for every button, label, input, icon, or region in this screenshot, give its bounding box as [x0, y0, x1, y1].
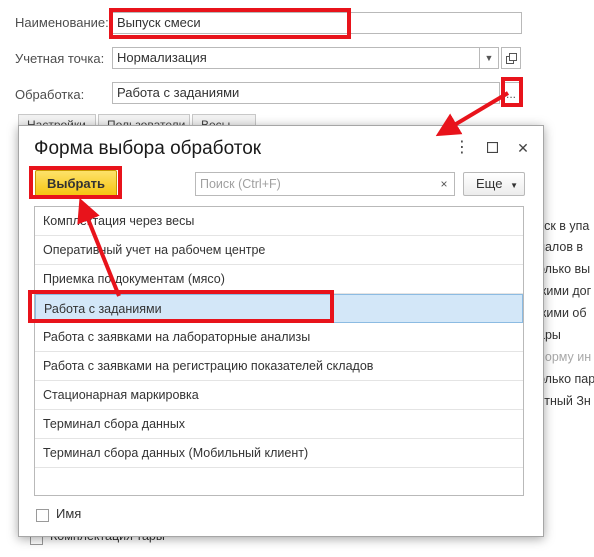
list-item[interactable]: Оперативный учет на рабочем центре: [35, 236, 523, 265]
dialog-title: Форма выбора обработок: [34, 138, 262, 159]
bg-text: стный Зн: [538, 394, 591, 408]
more-button[interactable]: Еще ▼: [463, 172, 525, 196]
search-input[interactable]: Поиск (Ctrl+F) ×: [195, 172, 455, 196]
account-point-open-button[interactable]: [501, 47, 521, 69]
maximize-icon[interactable]: [482, 138, 502, 158]
close-icon[interactable]: ✕: [513, 138, 533, 158]
highlight-box: [29, 166, 122, 199]
list-item[interactable]: Терминал сбора данных: [35, 410, 523, 439]
open-icon: [505, 53, 517, 64]
search-placeholder: Поиск (Ctrl+F): [200, 177, 281, 191]
account-point-dropdown-button[interactable]: ▼: [479, 47, 499, 69]
list-item[interactable]: Работа с заявками на лабораторные анализ…: [35, 323, 523, 352]
list-item[interactable]: Стационарная маркировка: [35, 381, 523, 410]
bg-text: жими об: [538, 306, 587, 320]
highlight-box: [501, 77, 523, 107]
bg-text: олько пар: [538, 372, 594, 386]
processing-field[interactable]: Работа с заданиями: [112, 82, 500, 104]
more-actions-icon[interactable]: ⋮: [452, 138, 472, 158]
bg-text: норму ин: [538, 350, 592, 364]
clear-search-icon[interactable]: ×: [434, 173, 454, 195]
list-item[interactable]: Терминал сбора данных (Мобильный клиент): [35, 439, 523, 468]
more-button-label: Еще: [476, 176, 503, 191]
account-point-label: Учетная точка:: [15, 51, 105, 66]
name-checkbox[interactable]: [36, 509, 49, 522]
list-item[interactable]: Комплектация через весы: [35, 207, 523, 236]
bg-text: жими дог: [538, 284, 592, 298]
highlight-box: [28, 290, 334, 323]
bg-text: уск в упа: [538, 219, 590, 233]
chevron-down-icon: ▼: [510, 181, 518, 190]
processing-list[interactable]: Комплектация через весы Оперативный учет…: [34, 206, 524, 496]
name-checkbox-label: Имя: [56, 506, 82, 521]
highlight-box: [109, 8, 351, 39]
list-item[interactable]: Работа с заявками на регистрацию показат…: [35, 352, 523, 381]
name-label: Наименование:: [15, 15, 109, 30]
account-point-field[interactable]: Нормализация: [112, 47, 480, 69]
bg-text: иалов в: [538, 240, 584, 254]
processing-label: Обработка:: [15, 87, 85, 102]
bg-text: олько вы: [538, 262, 591, 276]
